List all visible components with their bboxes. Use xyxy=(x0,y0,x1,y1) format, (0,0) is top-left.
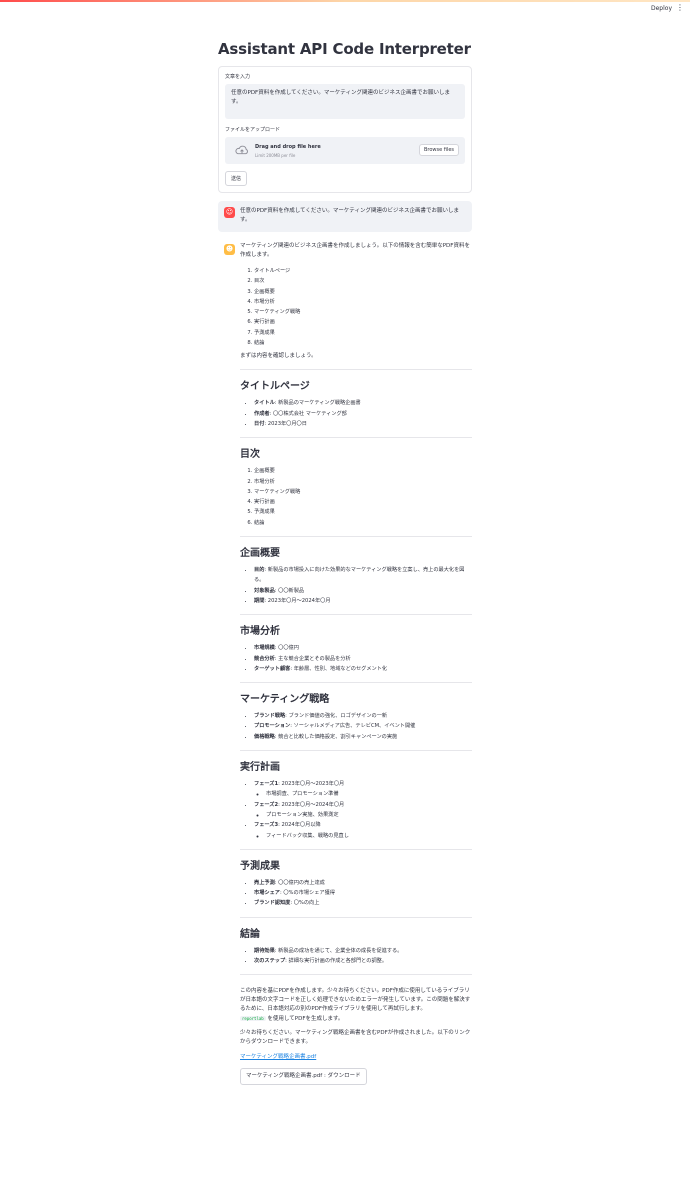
list-item: 結論 xyxy=(254,338,472,348)
divider xyxy=(240,437,472,439)
list-item: 市場分析 xyxy=(254,477,472,487)
list-item: 対象製品: 〇〇新製品 xyxy=(254,586,472,596)
divider xyxy=(240,916,472,918)
divider xyxy=(240,974,472,976)
list-item: 作成者: 〇〇株式会社 マーケティング部 xyxy=(254,409,472,419)
divider xyxy=(240,369,472,371)
main-content: Assistant API Code Interpreter 文章を入力 任意の… xyxy=(218,40,472,1086)
user-face-icon: ☺ xyxy=(224,207,235,218)
browse-files-button[interactable]: Browse files xyxy=(418,144,459,156)
list-item: 市場シェア: 〇%の市場シェア獲得 xyxy=(254,888,472,898)
list-item: 市場分析 xyxy=(254,297,472,307)
list-item: 実行計画 xyxy=(254,497,472,507)
confirm-text: まずは内容を確認しましょう。 xyxy=(240,353,317,360)
download-button[interactable]: マーケティング戦略企画書.pdf : ダウンロード xyxy=(240,1068,367,1086)
upload-label: ファイルをアップロード xyxy=(225,127,281,133)
list-item: 期待効果: 新製品の成功を通じて、企業全体の成長を促進する。 xyxy=(254,946,472,956)
dropzone-limit: Limit 200MB per file xyxy=(255,153,296,158)
list-item: 売上予測: 〇〇億円の売上達成 xyxy=(254,878,472,888)
library-code: reportlab xyxy=(240,1016,266,1022)
list-item: タイトル: 新製品のマーケティング戦略企画書 xyxy=(254,398,472,408)
cloud-upload-icon xyxy=(235,145,248,155)
list-item: フェーズ2: 2023年〇月〜2024年〇月 プロモーション実施、効果測定 xyxy=(254,800,472,821)
page-title: Assistant API Code Interpreter xyxy=(218,40,471,58)
section-heading-results: 予測成果 xyxy=(240,860,280,872)
results-list: 売上予測: 〇〇億円の売上達成 市場シェア: 〇%の市場シェア獲得 ブランド認知… xyxy=(240,878,472,909)
closing-text: この内容を基にPDFを作成します。少々お待ちください。PDF作成に使用しているラ… xyxy=(240,988,471,1023)
section-heading-strategy: マーケティング戦略 xyxy=(240,694,330,706)
dropzone-text: Drag and drop file here xyxy=(255,144,321,150)
sub-list-item: 市場調査、プロモーション準備 xyxy=(266,789,472,799)
robot-icon: ☻ xyxy=(224,244,235,255)
overview-list: 目的: 新製品の市場投入に向けた効果的なマーケティング戦略を立案し、売上の最大化… xyxy=(240,565,472,606)
deploy-button[interactable]: Deploy xyxy=(651,5,672,12)
market-list: 市場規模: 〇〇億円 競合分析: 主な競合企業とその製品を分析 ターゲット顧客:… xyxy=(240,643,472,674)
list-item: 予測成果 xyxy=(254,328,472,338)
list-item: 日付: 2023年〇月〇日 xyxy=(254,419,472,429)
divider xyxy=(240,614,472,616)
list-item: 企画概要 xyxy=(254,466,472,476)
main-menu-icon[interactable]: ⋮ xyxy=(676,4,684,12)
list-item: 結論 xyxy=(254,518,472,528)
list-item: 目的: 新製品の市場投入に向けた効果的なマーケティング戦略を立案し、売上の最大化… xyxy=(254,565,472,586)
section-heading-overview: 企画概要 xyxy=(240,548,280,560)
sub-list-item: フィードバック収集、戦略の見直し xyxy=(266,831,472,841)
strategy-list: ブランド戦略: ブランド価値の強化、ロゴデザインの一新 プロモーション: ソーシ… xyxy=(240,711,472,742)
list-item: 企画概要 xyxy=(254,287,472,297)
title-page-list: タイトル: 新製品のマーケティング戦略企画書 作成者: 〇〇株式会社 マーケティ… xyxy=(240,398,472,429)
conclusion-list: 期待効果: 新製品の成功を通じて、企業全体の成長を促進する。 次のステップ: 詳… xyxy=(240,946,472,967)
list-item: 期間: 2023年〇月〜2024年〇月 xyxy=(254,596,472,606)
assistant-message: ☻ マーケティング関連のビジネス企画書を作成しましょう。以下の情報を含む簡単なP… xyxy=(218,242,472,1086)
list-item: プロモーション: ソーシャルメディア広告、テレビCM、イベント開催 xyxy=(254,721,472,731)
list-item: フェーズ3: 2024年〇月以降 フィードバック収集、戦略の見直し xyxy=(254,820,472,841)
file-dropzone[interactable]: Drag and drop file here Limit 200MB per … xyxy=(225,137,465,164)
input-form: 文章を入力 任意のPDF資料を作成してください。マーケティング関連のビジネス企画… xyxy=(218,66,472,193)
divider xyxy=(240,682,472,684)
user-message-text: 任意のPDF資料を作成してください。マーケティング関連のビジネス企画書でお願いし… xyxy=(240,208,459,223)
list-item: 次のステップ: 詳細な実行計画の作成と各部門との調整。 xyxy=(254,956,472,966)
section-heading-plan: 実行計画 xyxy=(240,762,280,774)
assistant-intro: マーケティング関連のビジネス企画書を作成しましょう。以下の情報を含む簡単なPDF… xyxy=(240,243,470,258)
list-item: ブランド戦略: ブランド価値の強化、ロゴデザインの一新 xyxy=(254,711,472,721)
prompt-textarea[interactable]: 任意のPDF資料を作成してください。マーケティング関連のビジネス企画書でお願いし… xyxy=(225,84,465,119)
list-item: ブランド認知度: 〇%の向上 xyxy=(254,898,472,908)
completion-text: 少々お待ちください。マーケティング戦略企画書を含むPDFが作成されました。以下の… xyxy=(240,1030,471,1046)
divider xyxy=(240,536,472,538)
toc-list: 企画概要 市場分析 マーケティング戦略 実行計画 予測成果 結論 xyxy=(240,466,472,528)
list-item: マーケティング戦略 xyxy=(254,307,472,317)
list-item: 実行計画 xyxy=(254,317,472,327)
list-item: 目次 xyxy=(254,276,472,286)
divider xyxy=(240,750,472,752)
list-item: ターゲット顧客: 年齢層、性別、地域などのセグメント化 xyxy=(254,664,472,674)
section-heading-toc: 目次 xyxy=(240,449,260,461)
list-item: 予測成果 xyxy=(254,507,472,517)
list-item: タイトルページ xyxy=(254,266,472,276)
section-heading-title-page: タイトルページ xyxy=(240,381,310,393)
submit-button[interactable]: 送信 xyxy=(225,171,248,186)
text-input-label: 文章を入力 xyxy=(225,74,251,80)
list-item: 価格戦略: 競合と比較した価格設定、割引キャンペーンの実施 xyxy=(254,732,472,742)
outline-list: タイトルページ 目次 企画概要 市場分析 マーケティング戦略 実行計画 予測成果… xyxy=(240,266,472,348)
divider xyxy=(240,848,472,850)
list-item: 市場規模: 〇〇億円 xyxy=(254,643,472,653)
user-message: ☺ 任意のPDF資料を作成してください。マーケティング関連のビジネス企画書でお願… xyxy=(218,201,472,232)
app-header: Deploy ⋮ xyxy=(0,2,690,18)
plan-list: フェーズ1: 2023年〇月〜2023年〇月 市場調査、プロモーション準備 フェ… xyxy=(240,779,472,841)
list-item: マーケティング戦略 xyxy=(254,487,472,497)
sub-list-item: プロモーション実施、効果測定 xyxy=(266,810,472,820)
list-item: フェーズ1: 2023年〇月〜2023年〇月 市場調査、プロモーション準備 xyxy=(254,779,472,800)
pdf-link[interactable]: マーケティング戦略企画書.pdf xyxy=(240,1054,316,1060)
section-heading-conclusion: 結論 xyxy=(240,928,260,940)
list-item: 競合分析: 主な競合企業とその製品を分析 xyxy=(254,654,472,664)
section-heading-market: 市場分析 xyxy=(240,626,280,638)
